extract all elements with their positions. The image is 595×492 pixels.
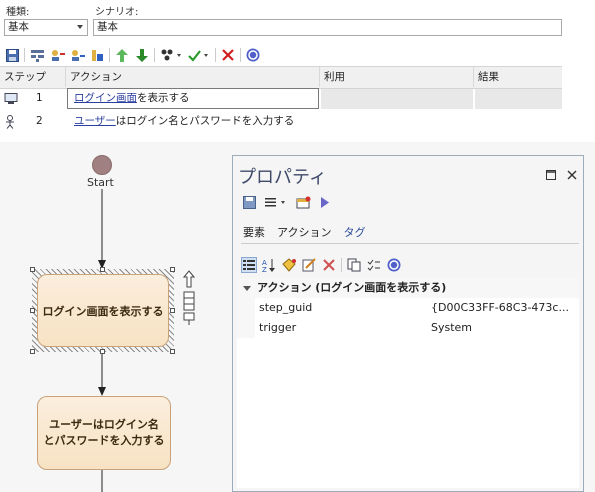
scenario-name-field[interactable]: 基本 xyxy=(93,19,562,36)
action-text: はログイン名とパスワードを入力する xyxy=(115,115,295,127)
scenario-toolbar xyxy=(4,46,261,64)
scenario-panel: 種類: 基本 シナリオ: 基本 ステップ アクション 利用 結果 1 ログイン画… xyxy=(0,0,562,142)
action-label-line1: ユーザーはログイン名 xyxy=(49,418,159,431)
checklist-icon[interactable] xyxy=(366,257,382,273)
properties-grid-icon[interactable] xyxy=(295,194,311,210)
property-row[interactable]: trigger System xyxy=(237,318,579,338)
chevron-down-icon xyxy=(77,25,83,29)
maximize-icon[interactable] xyxy=(546,170,556,183)
type-select-value: 基本 xyxy=(8,21,29,33)
action-link[interactable]: ログイン画面 xyxy=(74,92,137,104)
property-key: trigger xyxy=(259,321,297,334)
tab-action[interactable]: アクション xyxy=(277,224,331,240)
resize-handle[interactable] xyxy=(30,349,35,354)
toolbar-separator xyxy=(341,258,342,272)
menu-icon[interactable] xyxy=(263,194,289,210)
link-pin-icon[interactable] xyxy=(182,312,196,329)
validate-check-icon[interactable] xyxy=(187,47,211,63)
row-gutter xyxy=(237,318,255,338)
actor-step-icon xyxy=(5,115,15,132)
properties-tabs: 要素 アクション タグ xyxy=(243,224,365,240)
resize-handle[interactable] xyxy=(170,349,175,354)
property-key: step_guid xyxy=(259,301,313,314)
uses-cell[interactable] xyxy=(321,89,473,109)
table-row[interactable]: 1 ログイン画面を表示する xyxy=(0,88,562,110)
play-icon[interactable] xyxy=(317,194,333,210)
property-row[interactable]: step_guid {D00C33FF-68C3-473c... xyxy=(237,298,579,318)
copy-icon[interactable] xyxy=(346,257,362,273)
diagram-canvas[interactable]: Start ログイン画面を表示する ユーザーはログイン名 とパスワードを入力する… xyxy=(0,142,595,492)
action-cell-editing[interactable]: ログイン画面を表示する xyxy=(67,88,319,109)
tab-tags[interactable]: タグ xyxy=(343,224,365,240)
add-actor-step-icon[interactable] xyxy=(49,47,65,63)
resize-handle[interactable] xyxy=(170,267,175,272)
property-value[interactable]: {D00C33FF-68C3-473c... xyxy=(431,298,569,318)
scenario-name-value: 基本 xyxy=(97,21,118,33)
help-icon[interactable] xyxy=(245,47,261,63)
categorized-view-icon[interactable] xyxy=(241,257,257,273)
toolbar-separator xyxy=(154,48,155,62)
toolbar-separator xyxy=(240,48,241,62)
resize-handle[interactable] xyxy=(100,267,105,272)
add-system-step-icon[interactable] xyxy=(69,47,85,63)
quick-linker-arrow-icon[interactable] xyxy=(182,270,196,291)
properties-window: プロパティ 要素 アクション タグ A Z アクション (ログイン画面を表示する… xyxy=(232,155,584,492)
insert-step-icon[interactable] xyxy=(29,47,45,63)
action-label-line2: とパスワードを入力する xyxy=(43,434,165,447)
resize-handle[interactable] xyxy=(170,308,175,313)
resize-handle[interactable] xyxy=(30,308,35,313)
move-down-icon[interactable] xyxy=(134,47,150,63)
edit-tag-icon[interactable] xyxy=(301,257,317,273)
tags-toolbar: AZ xyxy=(241,257,402,273)
type-label: 種類: xyxy=(6,7,30,18)
group-header[interactable]: アクション (ログイン画面を表示する) xyxy=(237,278,579,298)
properties-toolbar xyxy=(241,194,333,210)
action-cell[interactable]: ユーザーはログイン名とパスワードを入力する xyxy=(74,111,294,132)
save-icon[interactable] xyxy=(4,47,20,63)
step-number: 1 xyxy=(36,92,43,104)
toolbar-separator xyxy=(24,48,25,62)
column-action[interactable]: アクション xyxy=(66,67,320,87)
flow-arrowhead xyxy=(98,387,106,396)
generate-structure-icon[interactable] xyxy=(159,47,183,63)
steps-grid-header: ステップ アクション 利用 結果 xyxy=(0,66,562,89)
tab-element[interactable]: 要素 xyxy=(243,224,265,240)
help-icon[interactable] xyxy=(386,257,402,273)
action-enter-credentials[interactable]: ユーザーはログイン名 とパスワードを入力する xyxy=(37,396,171,470)
delete-icon[interactable] xyxy=(220,47,236,63)
step-number: 2 xyxy=(36,115,43,127)
resize-handle[interactable] xyxy=(100,349,105,354)
action-display-login[interactable]: ログイン画面を表示する xyxy=(37,274,169,347)
svg-text:Z: Z xyxy=(262,266,267,272)
table-row[interactable]: 2 ユーザーはログイン名とパスワードを入力する xyxy=(0,111,562,133)
sort-alphabetical-icon[interactable]: AZ xyxy=(261,257,277,273)
property-value[interactable]: System xyxy=(431,318,472,338)
delete-tag-icon[interactable] xyxy=(321,257,337,273)
toolbar-separator xyxy=(215,48,216,62)
tab-divider xyxy=(241,243,579,244)
column-step[interactable]: ステップ xyxy=(0,67,66,87)
column-uses[interactable]: 利用 xyxy=(320,67,474,87)
extension-icon[interactable] xyxy=(89,47,105,63)
move-up-icon[interactable] xyxy=(114,47,130,63)
save-icon[interactable] xyxy=(241,194,257,210)
action-text: を表示する xyxy=(137,92,190,104)
element-list-icon[interactable] xyxy=(183,291,195,314)
resize-handle[interactable] xyxy=(30,267,35,272)
collapse-triangle-icon[interactable] xyxy=(243,285,251,291)
close-icon[interactable] xyxy=(567,170,577,183)
toolbar-separator xyxy=(109,48,110,62)
properties-title: プロパティ xyxy=(238,167,327,188)
scenario-label: シナリオ: xyxy=(95,7,139,18)
property-grid: アクション (ログイン画面を表示する) step_guid {D00C33FF-… xyxy=(237,278,579,488)
new-tag-icon[interactable] xyxy=(281,257,297,273)
column-result[interactable]: 結果 xyxy=(474,67,562,87)
result-cell[interactable] xyxy=(475,89,562,109)
group-label: アクション (ログイン画面を表示する) xyxy=(257,281,447,294)
row-gutter xyxy=(237,298,255,318)
system-step-icon xyxy=(4,93,18,108)
type-select[interactable]: 基本 xyxy=(4,19,88,36)
action-link[interactable]: ユーザー xyxy=(74,115,116,127)
action-label: ログイン画面を表示する xyxy=(42,304,164,318)
